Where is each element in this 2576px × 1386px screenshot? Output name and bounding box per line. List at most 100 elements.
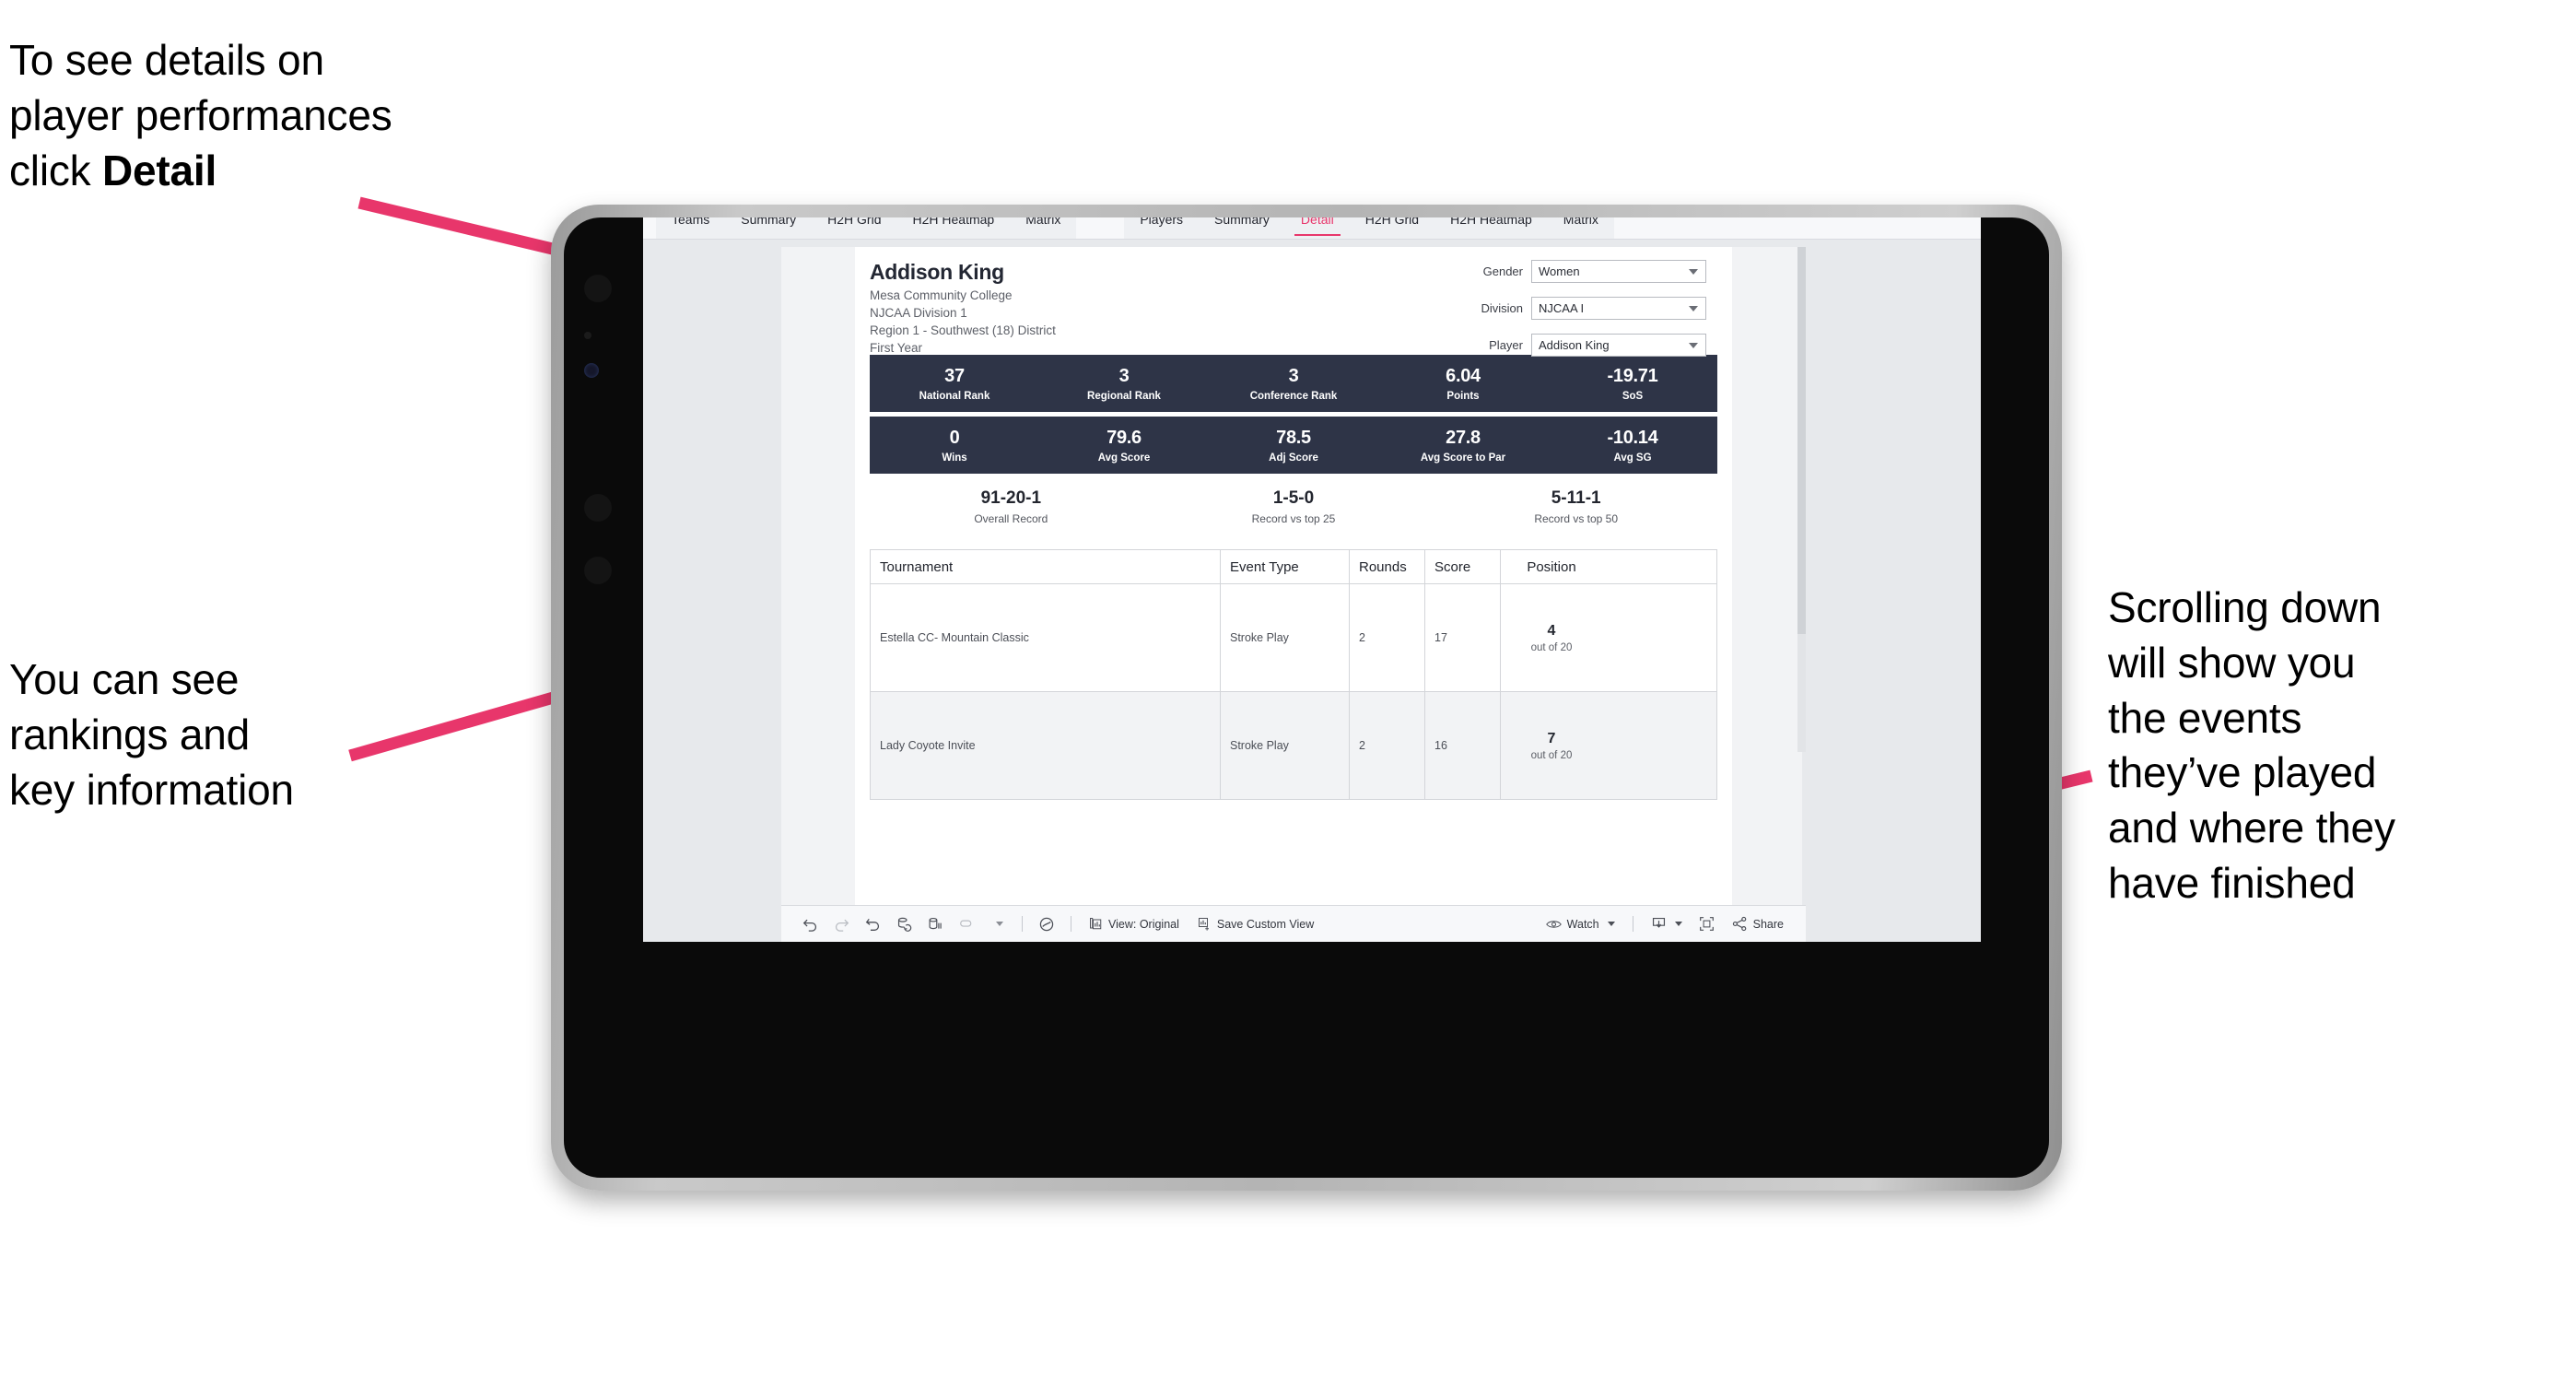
record-overall: 91-20-1 Overall Record [870, 488, 1153, 525]
filter-panel: Gender Women Division NJCAA I Player Add… [1430, 260, 1706, 370]
tab-teams-summary[interactable]: Summary [725, 217, 812, 239]
cell-position: 4 out of 20 [1501, 584, 1602, 691]
kpi-value: -10.14 [1607, 427, 1658, 448]
chevron-down-icon [1674, 922, 1682, 926]
dashboard-canvas: Addison King Mesa Community College NJCA… [643, 240, 1981, 942]
kpi-label: Avg Score to Par [1420, 452, 1506, 464]
cell-event-type: Stroke Play [1221, 692, 1350, 799]
position-value: 4 [1547, 622, 1556, 639]
kpi-label: Wins [942, 452, 967, 464]
annotation-line: click Detail [9, 144, 599, 199]
chevron-down-icon [1607, 922, 1615, 926]
filter-label-division: Division [1481, 301, 1523, 315]
fullscreen-icon[interactable] [1692, 909, 1723, 940]
kpi-label: Regional Rank [1087, 390, 1161, 402]
gender-select[interactable]: Women [1531, 260, 1706, 283]
kpi-avg-sg: -10.14 Avg SG [1548, 428, 1717, 464]
sensor-dot-icon [584, 332, 591, 339]
tab-group-teams: Teams Summary H2H Grid H2H Heatmap Matri… [656, 217, 1077, 239]
tab-players-detail[interactable]: Detail [1285, 217, 1350, 239]
kpi-national-rank: 37 National Rank [870, 366, 1039, 402]
tab-players-h2h-grid[interactable]: H2H Grid [1350, 217, 1434, 239]
division-select-value: NJCAA I [1539, 301, 1585, 315]
save-custom-view-button[interactable]: Save Custom View [1188, 909, 1323, 940]
table-row[interactable]: Lady Coyote Invite Stroke Play 2 16 7 ou… [871, 692, 1716, 800]
record-label: Record vs top 25 [1251, 512, 1336, 525]
revert-icon[interactable] [857, 909, 888, 940]
kpi-value: 0 [949, 427, 960, 448]
gender-select-value: Women [1539, 264, 1580, 278]
cell-rounds: 2 [1350, 692, 1425, 799]
kpi-avg-score-to-par: 27.8 Avg Score to Par [1378, 428, 1548, 464]
view-original-button[interactable]: View: Original [1080, 909, 1188, 940]
annotation-line: and where they [2108, 804, 2395, 852]
record-value: 5-11-1 [1551, 488, 1601, 508]
pause-auto-update-icon[interactable] [919, 909, 951, 940]
tab-teams-h2h-heatmap[interactable]: H2H Heatmap [897, 217, 1011, 239]
player-select[interactable]: Addison King [1531, 334, 1706, 357]
tab-players[interactable]: Players [1124, 217, 1199, 239]
kpi-regional-rank: 3 Regional Rank [1039, 366, 1209, 402]
tab-players-summary[interactable]: Summary [1199, 217, 1285, 239]
column-header-score: Score [1425, 550, 1501, 583]
kpi-value: 27.8 [1446, 427, 1481, 448]
kpi-value: 78.5 [1276, 427, 1311, 448]
kpi-band-scoring: 0 Wins 79.6 Avg Score 78.5 Adj Score 27.… [870, 417, 1717, 474]
position-label: out of 20 [1530, 641, 1573, 653]
cell-position: 7 out of 20 [1501, 692, 1602, 799]
annotation-line: they’ve played [2108, 748, 2377, 797]
vertical-scrollbar[interactable] [1797, 247, 1806, 752]
annotation-line: have finished [2108, 858, 2356, 907]
scrollbar-thumb[interactable] [1797, 247, 1806, 634]
kpi-conference-rank: 3 Conference Rank [1209, 366, 1378, 402]
watch-button[interactable]: Watch [1537, 909, 1624, 940]
download-button[interactable] [1642, 909, 1692, 940]
view-original-label: View: Original [1108, 917, 1179, 931]
kpi-value: 79.6 [1107, 427, 1142, 448]
cell-score: 16 [1425, 692, 1501, 799]
tab-teams-h2h-grid[interactable]: H2H Grid [812, 217, 896, 239]
kpi-label: National Rank [919, 390, 990, 402]
camera-lens-icon [584, 363, 599, 378]
record-vs-top-50: 5-11-1 Record vs top 50 [1434, 488, 1717, 525]
viz-toolbar: View: Original Save Custom View Watch Sh… [781, 905, 1806, 942]
player-detail-card: Addison King Mesa Community College NJCA… [855, 247, 1732, 942]
kpi-sos: -19.71 SoS [1548, 366, 1717, 402]
toolbar-divider [1022, 916, 1023, 932]
tab-players-matrix[interactable]: Matrix [1548, 217, 1614, 239]
tab-teams[interactable]: Teams [656, 217, 725, 239]
secondary-tab-strip: Teams Summary H2H Grid H2H Heatmap Matri… [643, 217, 1981, 240]
undo-icon[interactable] [794, 909, 825, 940]
division-select[interactable]: NJCAA I [1531, 297, 1706, 320]
chevron-down-icon [1689, 342, 1698, 348]
column-header-event-type: Event Type [1221, 550, 1350, 583]
redo-icon[interactable] [825, 909, 857, 940]
filter-row-player: Player Addison King [1430, 334, 1706, 357]
dashboard-sheet: Addison King Mesa Community College NJCA… [781, 247, 1802, 942]
table-row[interactable]: Estella CC- Mountain Classic Stroke Play… [871, 584, 1716, 692]
annotation-line: Scrolling down [2108, 583, 2382, 631]
chevron-down-icon [1689, 268, 1698, 275]
tab-teams-matrix[interactable]: Matrix [1010, 217, 1076, 239]
refresh-data-icon[interactable] [888, 909, 919, 940]
camera-lens-icon [584, 494, 612, 522]
pause-resume-icon[interactable] [951, 909, 982, 940]
share-label: Share [1752, 917, 1784, 931]
annotation-right: Scrolling down will show you the events … [2108, 581, 2550, 911]
cell-tournament: Estella CC- Mountain Classic [871, 584, 1221, 691]
tablet-device: SCOREBOARD Powered by clippd TOURNAMENTS… [551, 205, 2062, 1191]
browser-page: SCOREBOARD Powered by clippd TOURNAMENTS… [643, 217, 1981, 942]
position-value: 7 [1547, 730, 1556, 746]
annotation-line: will show you [2108, 638, 2356, 687]
camera-lens-icon [584, 275, 612, 302]
share-button[interactable]: Share [1723, 909, 1793, 940]
filter-label-player: Player [1489, 338, 1523, 352]
filter-row-division: Division NJCAA I [1430, 297, 1706, 320]
tab-players-h2h-heatmap[interactable]: H2H Heatmap [1434, 217, 1548, 239]
kpi-points: 6.04 Points [1378, 366, 1548, 402]
chevron-down-icon[interactable] [982, 909, 1013, 940]
position-label: out of 20 [1530, 749, 1573, 761]
save-custom-view-label: Save Custom View [1216, 917, 1315, 931]
cell-event-type: Stroke Play [1221, 584, 1350, 691]
clear-sheet-icon[interactable] [1031, 909, 1062, 940]
